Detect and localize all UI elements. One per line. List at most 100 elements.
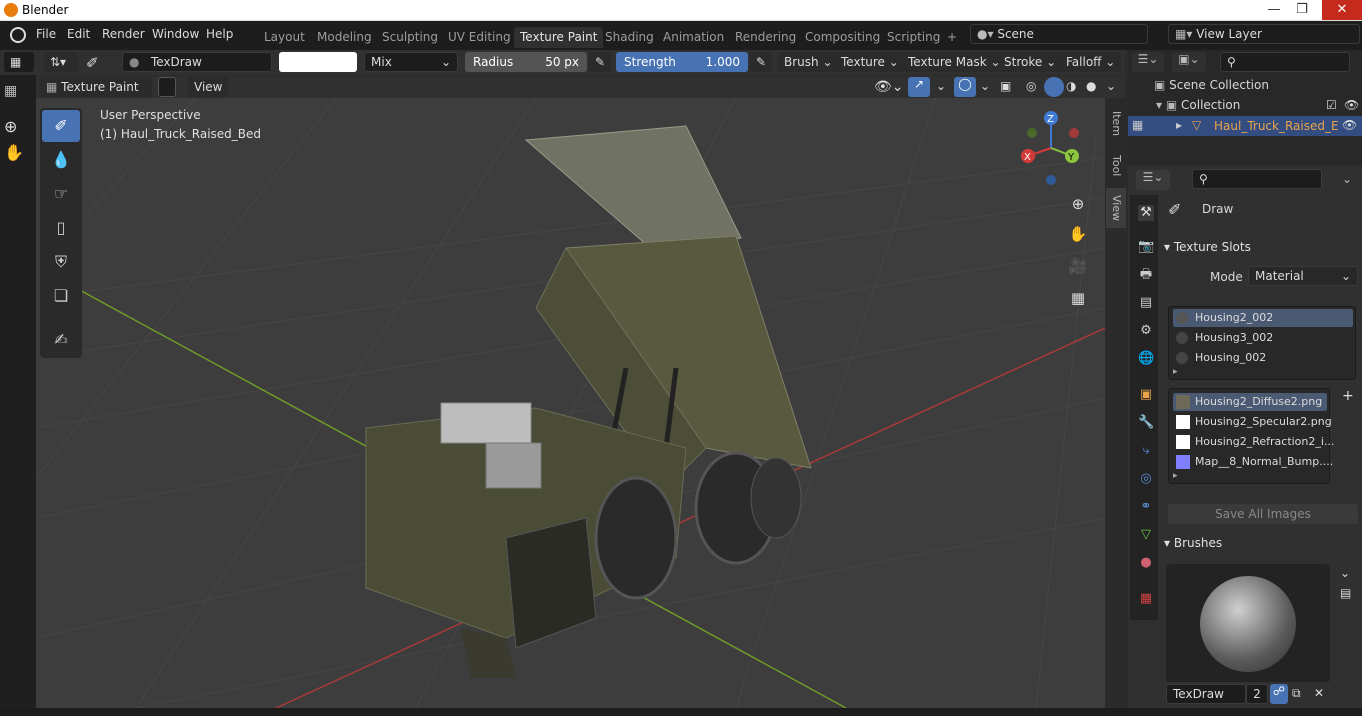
visibility-eye-icon[interactable]: 👁⌄ [874,79,904,95]
mode-select[interactable]: ▦ Texture Paint ⌄ [40,77,152,114]
view-layer-selector[interactable]: ▦▾ View Layer [1168,24,1360,44]
zoom-view-icon[interactable]: ⊕ [1064,190,1092,218]
haul-truck-model[interactable] [336,118,836,678]
unlink-brush-icon[interactable]: ✕ [1314,686,1324,700]
brush-menu[interactable]: Brush ⌄ [778,52,839,72]
texture-slots-header[interactable]: ▾ Texture Slots [1164,240,1251,254]
rendered-shading-icon[interactable]: ● [1086,79,1096,93]
tab-item[interactable]: Item [1106,104,1126,144]
tab-compositing[interactable]: Compositing [799,27,886,48]
radius-slider[interactable]: Radius 50 px [465,52,587,72]
clone-tool-icon[interactable]: ▯ [42,212,80,244]
list-item[interactable]: Housing_002 [1173,349,1353,367]
brush-preview[interactable] [1166,564,1330,682]
texture-mode-select[interactable]: Material ⌄ [1248,266,1358,286]
strength-pressure-icon[interactable]: ✎ [750,52,772,72]
menu-help[interactable]: Help [206,27,233,41]
brushes-header[interactable]: ▾ Brushes [1164,536,1222,550]
mask-tool-icon[interactable]: ❏ [42,280,80,312]
falloff-menu[interactable]: Falloff ⌄ [1060,52,1122,72]
outliner-editor-icon[interactable]: ☰⌄ [1132,52,1164,72]
data-tab-icon[interactable]: ▽ [1138,527,1154,543]
object-visibility-eye-icon[interactable]: 👁 [1342,118,1357,132]
gizmo-dropdown-icon[interactable]: ⌄ [936,79,946,93]
brush-image-icon[interactable]: ▤ [1340,586,1351,600]
fill-tool-icon[interactable]: ⛨ [42,246,80,278]
object-row[interactable]: ▦ ▸ ▽ Haul_Truck_Raised_E 👁 [1128,116,1362,136]
menu-window[interactable]: Window [152,27,199,41]
collection-checkbox[interactable]: ☑ [1326,98,1337,112]
navigation-gizmo[interactable]: Z X Y [1014,108,1084,188]
close-button[interactable]: ✕ [1322,0,1362,20]
output-tab-icon[interactable]: 🖶 [1138,267,1154,283]
draw-tool-icon[interactable]: ✐ [42,110,80,142]
editor-type-button[interactable]: ▦ [4,52,34,72]
object-tab-icon[interactable]: ▣ [1138,387,1154,403]
tool-settings-button[interactable]: ⇅▾ [44,52,78,72]
brush-name-field[interactable]: ● TexDraw [122,52,272,72]
properties-editor-icon[interactable]: ☰⌄ [1136,170,1170,190]
list-item[interactable]: Housing2_Specular2.png [1173,413,1332,431]
brush-color-swatch[interactable] [279,52,357,72]
fake-user-shield-icon[interactable]: ☍ [1270,684,1288,704]
tab-uv-editing[interactable]: UV Editing [442,27,517,48]
overlay-dropdown-icon[interactable]: ⌄ [980,79,990,93]
tab-shading[interactable]: Shading [599,27,660,48]
tab-tool[interactable]: Tool [1106,146,1126,186]
list-expand-icon[interactable]: ▸ [1173,471,1178,481]
material-tab-icon[interactable]: ● [1138,555,1154,571]
xray-icon[interactable]: ▣ [1000,79,1011,93]
mask-toggle[interactable] [158,77,176,97]
texture-mask-menu[interactable]: Texture Mask ⌄ [902,52,1007,72]
properties-search-input[interactable]: ⚲ [1192,169,1322,189]
scene-selector[interactable]: ●▾ Scene [970,24,1148,44]
gizmo-toggle-icon[interactable]: ↗ [908,77,930,97]
stroke-menu[interactable]: Stroke ⌄ [998,52,1063,72]
tab-scripting[interactable]: Scripting [881,27,946,48]
display-mode-icon[interactable]: ▣⌄ [1172,52,1206,72]
view-layer-tab-icon[interactable]: ▤ [1138,295,1154,311]
collection-row[interactable]: ▾ ▣ Collection ☑ 👁 [1156,98,1359,112]
list-expand-icon[interactable]: ▸ [1173,367,1178,377]
3d-viewport[interactable]: User Perspective (1) Haul_Truck_Raised_B… [36,98,1105,708]
modifier-tab-icon[interactable]: 🔧 [1138,415,1154,431]
maximize-button[interactable]: ❐ [1290,0,1314,20]
tab-view[interactable]: View [1106,188,1126,228]
add-image-icon[interactable]: + [1342,388,1354,404]
overlay-toggle-icon[interactable]: ◯ [954,77,976,97]
scene-collection-row[interactable]: ▣ Scene Collection [1154,78,1269,92]
zoom-icon[interactable]: ⊕ [4,117,17,136]
menu-render[interactable]: Render [102,27,145,41]
list-item[interactable]: Housing3_002 [1173,329,1353,347]
save-all-images-button[interactable]: Save All Images [1168,504,1358,524]
duplicate-brush-icon[interactable]: ⧉ [1292,686,1301,701]
list-item[interactable]: Map__8_Normal_Bump.... [1173,453,1333,471]
pan-hand-icon[interactable]: ✋ [4,143,24,162]
shading-dropdown-icon[interactable]: ⌄ [1106,79,1116,93]
collection-visibility-eye-icon[interactable]: 👁 [1344,98,1359,112]
list-item[interactable]: Housing2_Diffuse2.png [1173,393,1327,411]
solid-shading-icon[interactable] [1044,77,1064,97]
wireframe-shading-icon[interactable]: ◎ [1026,79,1036,93]
tool-tab-icon[interactable]: ⚒ [1138,205,1154,221]
add-workspace-button[interactable]: + [941,27,963,48]
ortho-toggle-icon[interactable]: ▦ [1064,284,1092,312]
material-shading-icon[interactable]: ◑ [1066,79,1076,93]
blend-mode-select[interactable]: Mix ⌄ [364,52,458,72]
particles-tab-icon[interactable]: ⤷ [1138,443,1154,459]
blender-menu-icon[interactable] [10,27,26,43]
radius-pressure-icon[interactable]: ✎ [589,52,611,72]
brush-menu-icon[interactable]: ⌄ [1340,566,1350,580]
minimize-button[interactable]: — [1262,0,1286,20]
properties-options-icon[interactable]: ⌄ [1342,172,1352,186]
world-tab-icon[interactable]: 🌐 [1138,351,1154,367]
list-item[interactable]: Housing2_002 [1173,309,1353,327]
camera-view-icon[interactable]: 🎥 [1064,252,1092,280]
grid-icon[interactable]: ▦ [4,83,17,99]
constraints-tab-icon[interactable]: ⚭ [1138,499,1154,515]
physics-tab-icon[interactable]: ◎ [1138,471,1154,487]
texture-menu[interactable]: Texture ⌄ [835,52,905,72]
texture-tab-icon[interactable]: ▦ [1138,591,1154,607]
list-item[interactable]: Housing2_Refraction2_i... [1173,433,1334,451]
tab-rendering[interactable]: Rendering [729,27,802,48]
